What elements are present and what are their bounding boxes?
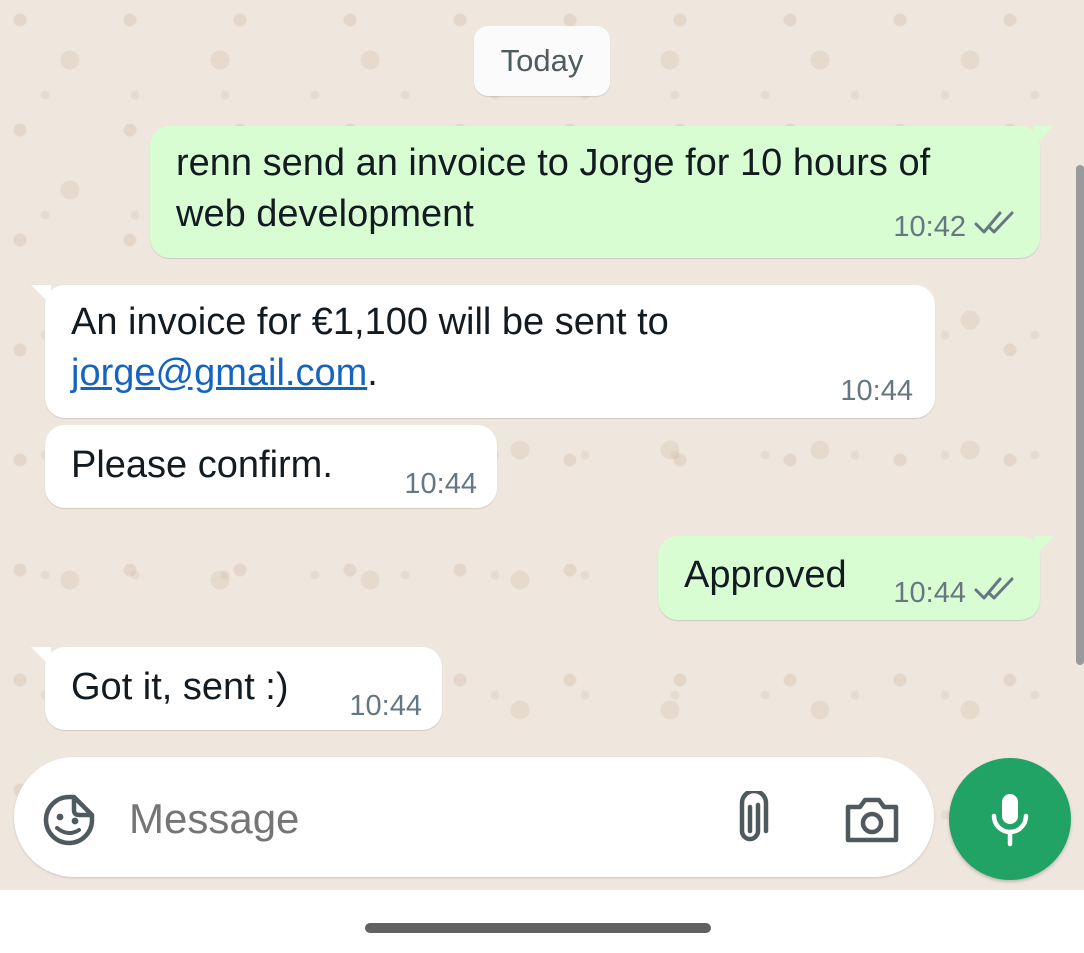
microphone-icon bbox=[989, 792, 1031, 853]
message-bubble-outgoing[interactable]: Approved 10:44 bbox=[658, 536, 1054, 620]
read-ticks-icon bbox=[974, 210, 1016, 244]
message-time: 10:44 bbox=[893, 577, 966, 609]
date-divider-label: Today bbox=[500, 43, 584, 78]
voice-message-button[interactable] bbox=[949, 758, 1071, 880]
message-meta: 10:44 bbox=[349, 689, 422, 723]
message-meta: 10:44 bbox=[840, 374, 913, 408]
message-bubble-incoming[interactable]: Please confirm. 10:44 bbox=[45, 425, 497, 508]
message-composer[interactable] bbox=[14, 757, 934, 877]
message-input[interactable] bbox=[129, 795, 689, 843]
message-meta: 10:42 bbox=[893, 210, 1016, 244]
message-text-prefix: An invoice for €1,100 will be sent to bbox=[71, 301, 669, 343]
sticker-emoji-icon[interactable] bbox=[42, 793, 96, 852]
message-text: renn send an invoice to Jorge for 10 hou… bbox=[176, 142, 931, 235]
message-bubble-incoming[interactable]: An invoice for €1,100 will be sent to jo… bbox=[31, 285, 935, 418]
message-meta: 10:44 bbox=[893, 576, 1016, 610]
message-text: Approved bbox=[684, 554, 847, 596]
email-link[interactable]: jorge@gmail.com bbox=[71, 352, 367, 394]
message-text: Got it, sent :) bbox=[71, 666, 289, 708]
paperclip-icon[interactable] bbox=[728, 788, 772, 852]
message-text: An invoice for €1,100 will be sent to jo… bbox=[71, 297, 669, 399]
message-time: 10:44 bbox=[349, 690, 422, 722]
message-meta: 10:44 bbox=[404, 467, 477, 501]
message-time: 10:42 bbox=[893, 211, 966, 243]
message-bubble-incoming[interactable]: Got it, sent :) 10:44 bbox=[31, 647, 442, 730]
system-navigation-bar bbox=[0, 890, 1084, 953]
chat-area[interactable]: Today renn send an invoice to Jorge for … bbox=[0, 0, 1084, 890]
message-time: 10:44 bbox=[404, 468, 477, 500]
message-text: Please confirm. bbox=[71, 444, 333, 486]
message-text-suffix: . bbox=[367, 352, 378, 394]
message-time: 10:44 bbox=[840, 375, 913, 407]
camera-icon[interactable] bbox=[844, 795, 900, 850]
read-ticks-icon bbox=[974, 576, 1016, 610]
scrollbar[interactable] bbox=[1076, 165, 1084, 665]
message-bubble-outgoing[interactable]: renn send an invoice to Jorge for 10 hou… bbox=[150, 126, 1054, 258]
home-indicator[interactable] bbox=[365, 923, 711, 933]
date-divider: Today bbox=[474, 26, 610, 96]
